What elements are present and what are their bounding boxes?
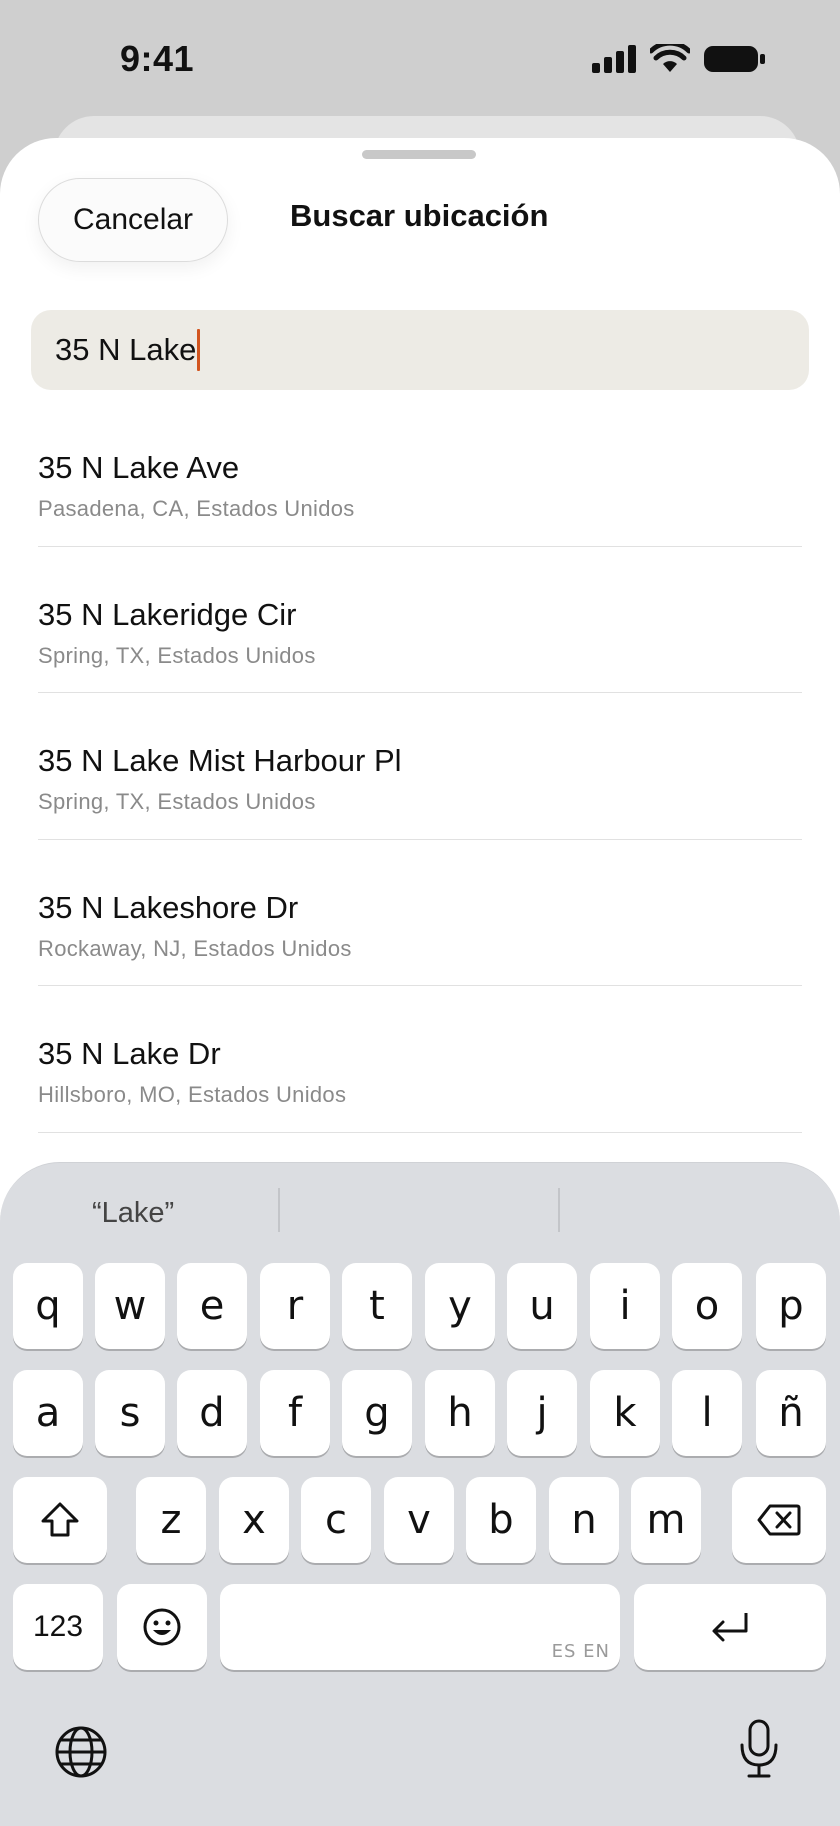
result-title: 35 N Lakeshore Dr <box>38 889 299 925</box>
key-e[interactable]: e <box>177 1263 247 1349</box>
shift-icon <box>41 1502 79 1537</box>
return-key[interactable] <box>634 1584 826 1670</box>
delete-icon <box>757 1504 801 1536</box>
key-f[interactable]: f <box>260 1370 330 1456</box>
key-g[interactable]: g <box>342 1370 412 1456</box>
key-r[interactable]: r <box>260 1263 330 1349</box>
key-b[interactable]: b <box>466 1477 536 1563</box>
key-q[interactable]: q <box>13 1263 83 1349</box>
key-y[interactable]: y <box>425 1263 495 1349</box>
screen: 9:41 Cancelar Buscar ubicación 35 N Lake… <box>0 0 840 1826</box>
key-j[interactable]: j <box>507 1370 577 1456</box>
numbers-key[interactable]: 123 <box>13 1584 103 1670</box>
list-item[interactable]: 35 N Lake Dr Hillsboro, MO, Estados Unid… <box>38 986 802 1133</box>
result-subtitle: Spring, TX, Estados Unidos <box>38 642 316 668</box>
key-p[interactable]: p <box>756 1263 826 1349</box>
result-title: 35 N Lakeridge Cir <box>38 596 297 632</box>
key-s[interactable]: s <box>95 1370 165 1456</box>
search-input-value: 35 N Lake <box>55 332 197 367</box>
suggestion-divider <box>558 1188 560 1232</box>
result-subtitle: Spring, TX, Estados Unidos <box>38 789 316 814</box>
emoji-key[interactable] <box>117 1584 207 1670</box>
space-bar[interactable]: ES EN <box>220 1584 620 1670</box>
key-w[interactable]: w <box>95 1263 165 1349</box>
key-k[interactable]: k <box>590 1370 660 1456</box>
language-hint: ES EN <box>551 1641 610 1662</box>
key-n[interactable]: n <box>549 1477 619 1563</box>
key-o[interactable]: o <box>672 1263 742 1349</box>
key-t[interactable]: t <box>342 1263 412 1349</box>
globe-icon <box>55 1726 107 1778</box>
search-input[interactable]: 35 N Lake <box>31 310 809 390</box>
cellular-signal-icon <box>592 45 636 73</box>
list-item[interactable]: 35 N Lakeshore Dr Rockaway, NJ, Estados … <box>38 840 802 986</box>
sheet-title: Buscar ubicación <box>290 198 549 233</box>
wifi-icon <box>650 44 690 72</box>
key-h[interactable]: h <box>425 1370 495 1456</box>
suggestion-item[interactable]: “Lake” <box>92 1197 174 1230</box>
list-item[interactable]: 35 N Lakeridge Cir Spring, TX, Estados U… <box>38 547 802 693</box>
shift-key[interactable] <box>13 1477 107 1563</box>
sheet-grabber[interactable] <box>362 150 476 159</box>
key-m[interactable]: m <box>631 1477 701 1563</box>
return-icon <box>712 1613 748 1642</box>
key-v[interactable]: v <box>384 1477 454 1563</box>
key-c[interactable]: c <box>301 1477 371 1563</box>
result-title: 35 N Lake Ave <box>38 450 240 485</box>
key-i[interactable]: i <box>590 1263 660 1349</box>
keyboard: “Lake” q w e r t y u i o p a s d f g h j… <box>0 1162 840 1826</box>
microphone-icon <box>740 1719 778 1778</box>
suggestion-divider <box>278 1188 280 1232</box>
key-z[interactable]: z <box>136 1477 206 1563</box>
delete-key[interactable] <box>732 1477 826 1563</box>
result-subtitle: Rockaway, NJ, Estados Unidos <box>38 935 352 961</box>
cancel-button[interactable]: Cancelar <box>38 178 228 262</box>
result-title: 35 N Lake Mist Harbour Pl <box>38 743 402 778</box>
battery-icon <box>704 46 765 72</box>
emoji-icon <box>143 1608 181 1646</box>
list-item[interactable]: 35 N Lake Ave Pasadena, CA, Estados Unid… <box>38 400 802 547</box>
result-subtitle: Pasadena, CA, Estados Unidos <box>38 496 355 521</box>
list-item[interactable]: 35 N Lake Mist Harbour Pl Spring, TX, Es… <box>38 693 802 840</box>
key-n-tilde[interactable]: ñ <box>756 1370 826 1456</box>
status-time: 9:41 <box>120 38 195 79</box>
result-subtitle: Hillsboro, MO, Estados Unidos <box>38 1082 347 1107</box>
predictive-bar: “Lake” <box>0 1163 840 1255</box>
globe-button[interactable] <box>52 1723 110 1781</box>
key-l[interactable]: l <box>672 1370 742 1456</box>
key-d[interactable]: d <box>177 1370 247 1456</box>
text-caret <box>197 329 201 371</box>
results-list: 35 N Lake Ave Pasadena, CA, Estados Unid… <box>38 400 802 1133</box>
dictation-button[interactable] <box>734 1717 784 1781</box>
key-x[interactable]: x <box>219 1477 289 1563</box>
result-title: 35 N Lake Dr <box>38 1036 221 1071</box>
status-icons <box>592 44 766 74</box>
key-a[interactable]: a <box>13 1370 83 1456</box>
key-u[interactable]: u <box>507 1263 577 1349</box>
status-bar: 9:41 <box>0 0 840 118</box>
